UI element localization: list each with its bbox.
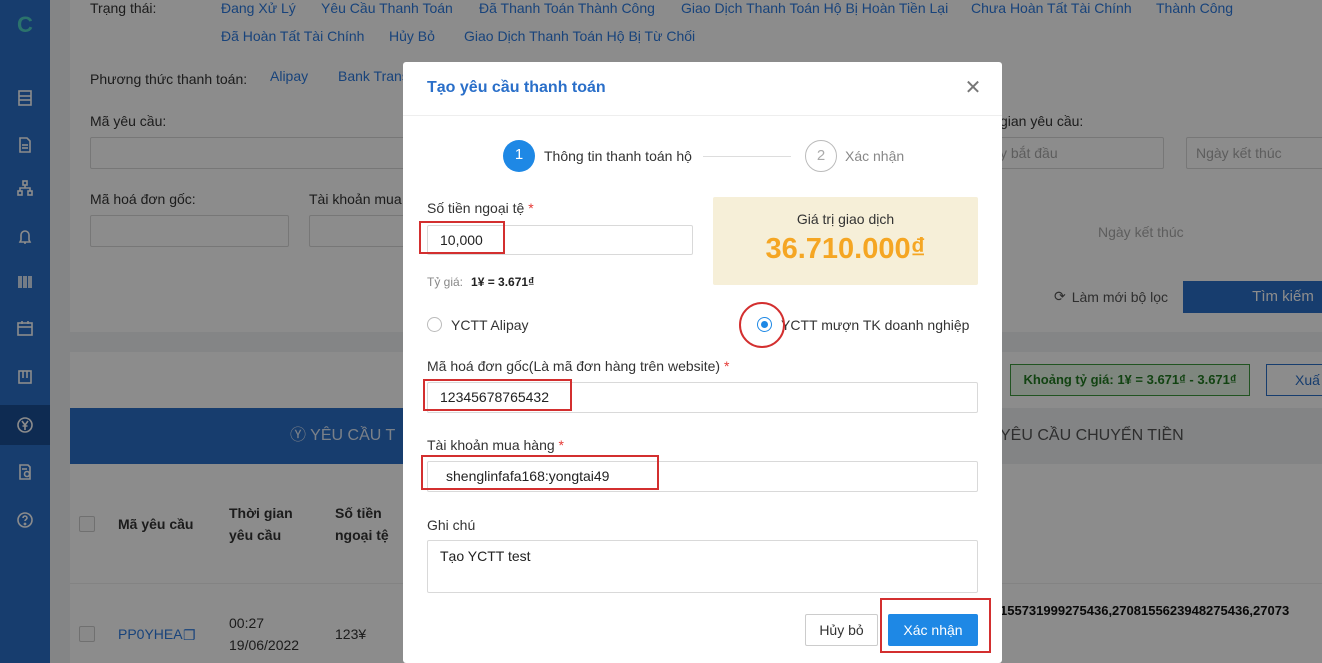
foreign-amount-label: Số tiền ngoại tệ * — [427, 200, 534, 216]
step-2-label: Xác nhận — [845, 148, 905, 164]
radio-alipay-label[interactable]: YCTT Alipay — [451, 317, 529, 333]
step-2-indicator: 2 — [805, 140, 837, 172]
radio-business-account-label[interactable]: YCTT mượn TK doanh nghiệp — [781, 317, 969, 333]
transaction-value-box: Giá trị giao dịch 36.710.000₫ — [713, 197, 978, 285]
transaction-value-label: Giá trị giao dịch — [796, 211, 895, 227]
note-textarea[interactable]: Tạo YCTT test — [427, 540, 978, 593]
note-label: Ghi chú — [427, 517, 476, 533]
step-connector — [703, 156, 791, 157]
create-payment-modal: Tạo yêu cầu thanh toán ✕ 1 Thông tin tha… — [403, 62, 1002, 663]
account-label: Tài khoản mua hàng * — [427, 437, 564, 453]
modal-header: Tạo yêu cầu thanh toán ✕ — [403, 62, 1002, 116]
transaction-value-amount: 36.710.000₫ — [765, 233, 926, 265]
step-1-indicator: 1 — [503, 140, 535, 172]
annotation-account-box — [421, 455, 659, 490]
step-1-label: Thông tin thanh toán hộ — [544, 148, 692, 164]
annotation-confirm-box — [880, 598, 991, 653]
annotation-amount-box — [419, 221, 505, 254]
exchange-rate: Tỷ giá: 1¥ = 3.671₫ — [427, 275, 535, 289]
cancel-button[interactable]: Hủy bỏ — [805, 614, 878, 646]
modal-title: Tạo yêu cầu thanh toán — [427, 79, 606, 96]
annotation-invoice-box — [423, 379, 572, 411]
invoice-label: Mã hoá đơn gốc(Là mã đơn hàng trên websi… — [427, 358, 730, 374]
close-icon[interactable]: ✕ — [963, 78, 983, 98]
radio-alipay[interactable] — [427, 317, 442, 332]
annotation-radio-circle — [739, 302, 785, 348]
